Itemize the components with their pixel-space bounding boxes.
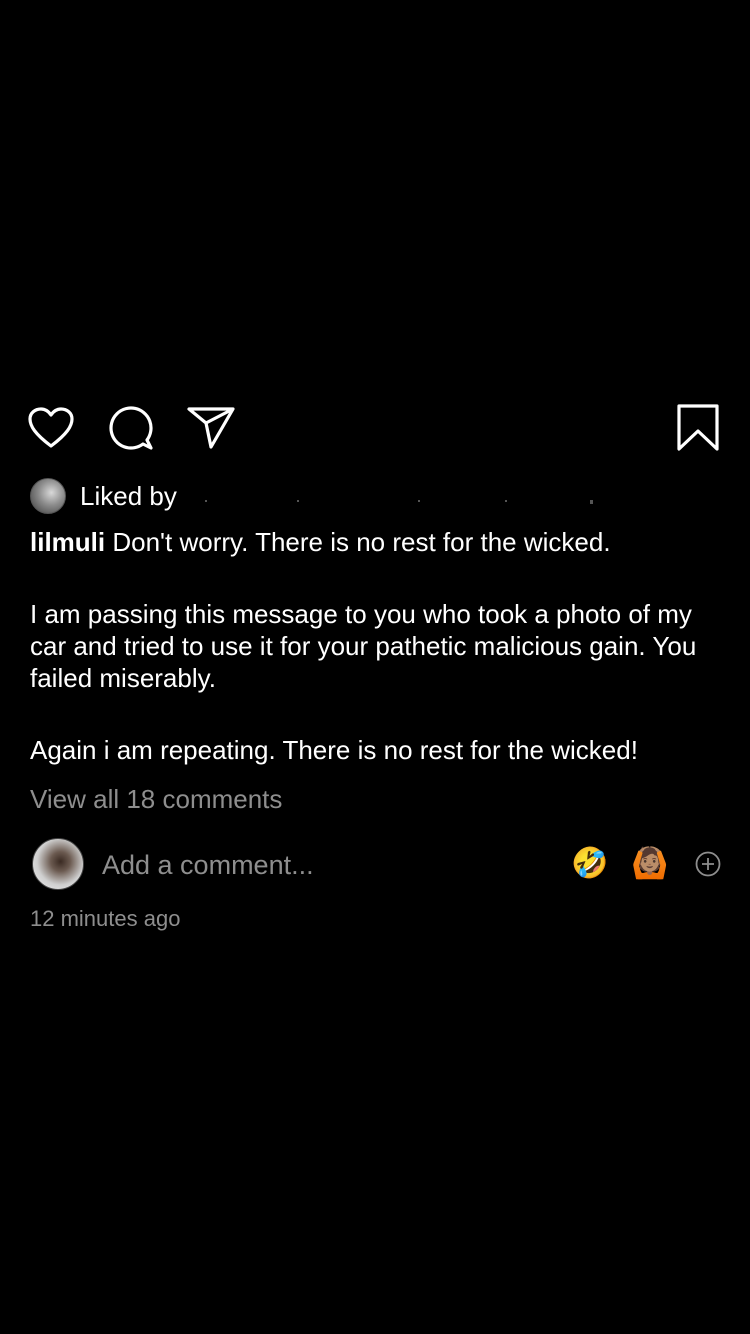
add-emoji-button[interactable] (695, 851, 721, 877)
paper-plane-icon (187, 407, 235, 449)
quick-emoji-gesture[interactable]: 🙆🏽 (631, 846, 668, 882)
bookmark-icon (677, 404, 719, 451)
liker-avatar[interactable] (30, 478, 66, 514)
share-button[interactable] (185, 402, 237, 454)
add-comment-row: 🤣 🙆🏽 (30, 838, 730, 890)
save-button[interactable] (672, 402, 724, 454)
redacted-likers (205, 494, 605, 508)
view-all-comments-link[interactable]: View all 18 comments (30, 782, 282, 816)
comment-button[interactable] (105, 402, 157, 454)
post-caption: lilmuli Don't worry. There is no rest fo… (30, 526, 730, 766)
like-button[interactable] (25, 402, 77, 454)
plus-circle-icon (695, 851, 721, 877)
quick-emoji-laughing[interactable]: 🤣 (571, 846, 608, 882)
liked-by-label: Liked by (80, 481, 177, 511)
caption-text-third: Again i am repeating. There is no rest f… (30, 735, 638, 765)
comment-bubble-icon (109, 406, 153, 450)
caption-text-second: I am passing this message to you who too… (30, 599, 697, 693)
caption-text-first: Don't worry. There is no rest for the wi… (112, 527, 611, 557)
heart-icon (28, 407, 74, 448)
post-action-bar (0, 400, 750, 456)
comment-input[interactable] (100, 846, 484, 884)
post-timestamp: 12 minutes ago (30, 906, 181, 931)
caption-username[interactable]: lilmuli (30, 527, 105, 557)
liked-by-row[interactable]: Liked by (30, 476, 177, 516)
current-user-avatar (32, 838, 84, 890)
